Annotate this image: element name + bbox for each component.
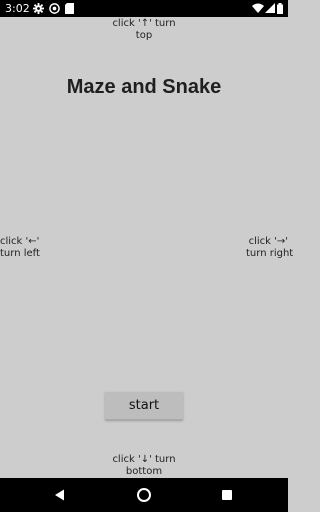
recents-icon[interactable] xyxy=(219,487,235,503)
hint-bottom-line2: bottom xyxy=(125,466,163,477)
hint-bottom-line1: click '↓' turn xyxy=(112,454,176,465)
hint-right-line2: turn right xyxy=(246,248,294,259)
signal-icon xyxy=(265,3,275,13)
sync-icon xyxy=(49,3,60,14)
status-bar: 3:02 xyxy=(0,0,288,17)
navigation-bar xyxy=(0,478,288,512)
wifi-icon xyxy=(252,3,264,13)
hint-right: click '→' turn right xyxy=(246,236,294,260)
battery-icon xyxy=(277,3,283,14)
status-time: 3:02 xyxy=(5,2,30,15)
page-title: Maze and Snake xyxy=(66,76,222,98)
start-button[interactable]: start xyxy=(105,392,183,420)
hint-left-line1: click '←' xyxy=(0,236,40,247)
gear-icon xyxy=(33,3,44,14)
hint-left: click '←' turn left xyxy=(0,236,40,260)
hint-top-line2: top xyxy=(135,30,153,41)
hint-left-line2: turn left xyxy=(0,248,40,259)
home-icon[interactable] xyxy=(136,487,152,503)
hint-right-line1: click '→' xyxy=(248,236,288,247)
back-icon[interactable] xyxy=(52,487,68,503)
hint-top-line1: click '↑' turn xyxy=(112,18,176,29)
hint-top: click '↑' turn top xyxy=(104,18,184,42)
hint-bottom: click '↓' turn bottom xyxy=(104,454,184,478)
sd-card-icon xyxy=(65,3,74,14)
